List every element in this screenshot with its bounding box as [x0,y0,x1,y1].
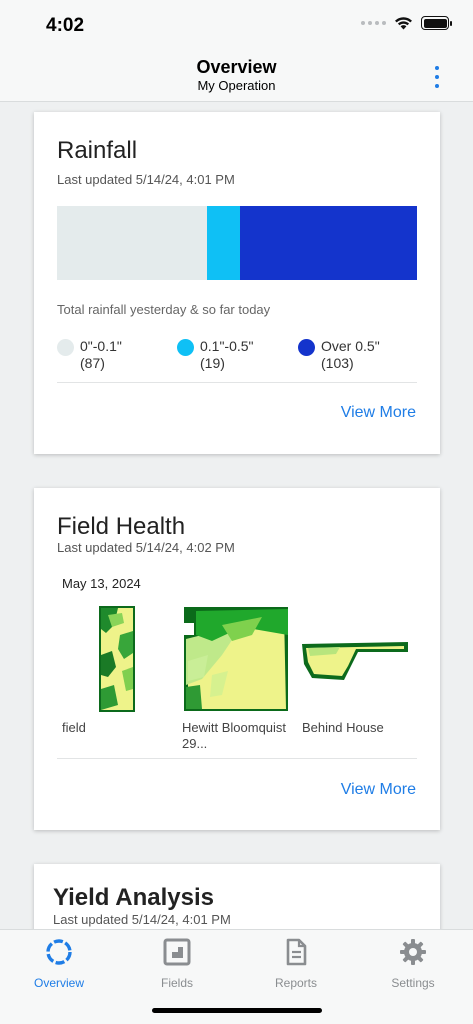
field-map-behind-house[interactable] [300,638,410,682]
field-label-behind-house: Behind House [302,720,384,735]
rainfall-updated: Last updated 5/14/24, 4:01 PM [57,172,235,187]
page-title: Overview [196,57,277,77]
legend-label-heavy: Over 0.5" [321,338,380,354]
rainfall-stacked-bar[interactable] [57,206,417,280]
rainfall-segment-medium[interactable] [206,206,240,280]
home-indicator [152,1008,322,1013]
rainfall-view-more-link[interactable]: View More [341,404,416,422]
yield-analysis-title: Yield Analysis [53,884,214,911]
status-icons [361,16,452,30]
battery-icon [421,16,452,30]
tab-overview[interactable]: Overview [19,936,99,992]
legend-label-medium: 0.1"-0.5" [200,338,254,354]
legend-item-heavy: Over 0.5" (103) [298,338,380,372]
tab-label-reports: Reports [274,976,318,990]
field-label-hewitt-bloomquist: Hewitt Bloomquist 29... [182,720,287,751]
tab-settings[interactable]: Settings [373,936,453,992]
gear-icon [400,939,426,965]
status-bar: 4:02 [0,0,473,50]
overview-ring-icon [46,939,72,965]
more-vertical-icon [435,66,439,70]
legend-count-medium: (19) [200,355,225,371]
field-label-field: field [62,720,86,735]
legend-dot-medium [177,339,194,356]
tab-label-fields: Fields [160,976,193,990]
status-time: 4:02 [46,15,85,36]
document-icon [286,938,307,966]
overview-scroll-content[interactable]: Rainfall Last updated 5/14/24, 4:01 PM T… [0,103,473,929]
rainfall-title: Rainfall [57,137,138,164]
field-health-card: Field Health Last updated 5/14/24, 4:02 … [34,488,440,830]
tab-reports[interactable]: Reports [256,936,336,992]
legend-count-heavy: (103) [321,355,354,371]
yield-analysis-updated: Last updated 5/14/24, 4:01 PM [53,912,231,927]
field-map-hewitt-bloomquist[interactable] [182,605,290,713]
field-health-updated: Last updated 5/14/24, 4:02 PM [57,540,235,555]
rainfall-card: Rainfall Last updated 5/14/24, 4:01 PM T… [34,112,440,454]
field-health-title: Field Health [57,513,186,540]
legend-item-medium: 0.1"-0.5" (19) [177,338,254,372]
legend-count-light: (87) [80,355,105,371]
cellular-signal-icon [361,21,386,25]
page-subtitle: My Operation [197,78,276,93]
legend-label-light: 0"-0.1" [80,338,122,354]
rainfall-caption: Total rainfall yesterday & so far today [57,302,271,317]
tab-fields[interactable]: Fields [137,936,217,992]
fields-map-icon [163,938,191,966]
more-options-button[interactable] [429,66,445,88]
tab-label-settings: Settings [391,976,435,990]
legend-dot-heavy [298,339,315,356]
wifi-icon [395,17,412,30]
legend-item-light: 0"-0.1" (87) [57,338,122,372]
legend-dot-light [57,339,74,356]
rainfall-segment-light[interactable] [57,206,207,280]
divider [57,758,417,759]
tab-label-overview: Overview [33,976,84,990]
divider [57,382,417,383]
rainfall-segment-heavy[interactable] [239,206,417,280]
field-health-date: May 13, 2024 [62,576,141,591]
nav-bar: Overview My Operation [0,50,473,102]
yield-analysis-card: Yield Analysis Last updated 5/14/24, 4:0… [34,864,440,929]
field-map-field[interactable] [98,605,136,713]
field-health-view-more-link[interactable]: View More [341,781,416,799]
